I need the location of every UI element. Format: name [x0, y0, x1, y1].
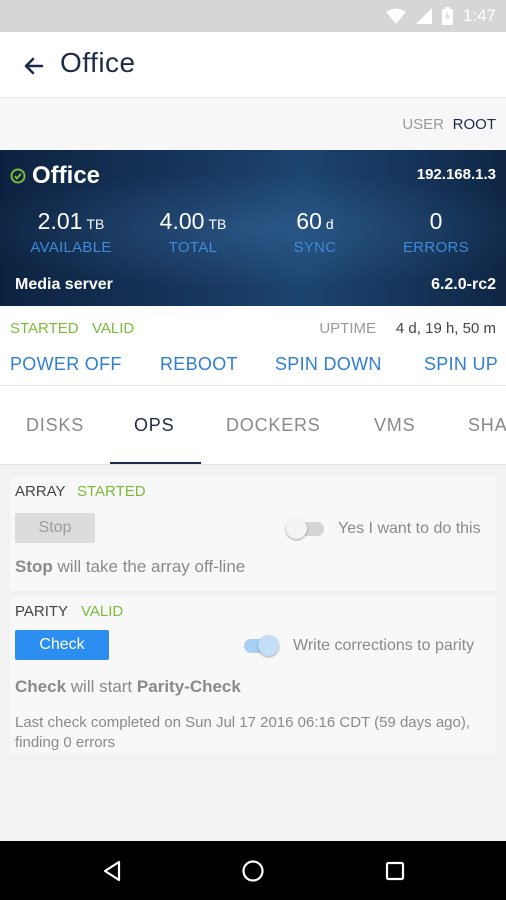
parity-state-badge: VALID	[92, 320, 135, 337]
stat-label: TOTAL	[168, 239, 218, 256]
parity-panel: PARITY VALID Check Write corrections to …	[10, 597, 496, 753]
wifi-icon	[385, 8, 406, 24]
check-button[interactable]: Check	[15, 630, 109, 660]
server-header: Office	[10, 162, 100, 190]
hint-bold: Stop	[15, 557, 53, 576]
back-button[interactable]	[18, 50, 50, 82]
stat-sync: 60 d SYNC	[254, 208, 376, 256]
tab-vms[interactable]: VMS	[374, 415, 415, 436]
spin-down-button[interactable]: SPIN DOWN	[275, 354, 382, 375]
tab-dockers[interactable]: DOCKERS	[226, 415, 321, 436]
stat-available: 2.01 TB AVAILABLE	[10, 208, 132, 256]
stat-label: AVAILABLE	[30, 239, 112, 256]
stat-errors: 0 ERRORS	[375, 208, 497, 256]
stat-label: SYNC	[293, 239, 337, 256]
confirm-stop-toggle[interactable]	[286, 517, 326, 539]
recents-square-icon	[385, 861, 405, 881]
power-off-button[interactable]: POWER OFF	[10, 354, 122, 375]
back-triangle-icon	[103, 860, 121, 882]
battery-icon	[441, 7, 453, 25]
stat-value: 60	[296, 208, 322, 234]
user-label: USER	[402, 116, 444, 133]
write-corrections-toggle[interactable]	[240, 634, 280, 656]
server-name: Office	[32, 162, 101, 189]
array-status: STARTED	[77, 483, 146, 500]
parity-hint: Check will start Parity-Check	[15, 677, 241, 697]
last-check-text: Last check completed on Sun Jul 17 2016 …	[15, 714, 471, 751]
hint-bold: Check	[15, 677, 67, 696]
array-state-badge: STARTED	[10, 320, 79, 337]
array-title: ARRAY	[15, 483, 66, 500]
user-value: ROOT	[452, 116, 496, 133]
uptime-value: 4 d, 19 h, 50 m	[395, 320, 496, 337]
status-icons: 1:47	[385, 6, 496, 26]
stat-unit: d	[325, 216, 334, 232]
user-row: USER ROOT	[0, 98, 506, 150]
arrow-left-icon	[24, 57, 44, 75]
app-bar: Office	[0, 32, 506, 98]
navigation-bar	[0, 841, 506, 900]
toggle-thumb	[258, 635, 279, 656]
tab-bar: DISKS OPS DOCKERS VMS SHA	[0, 387, 506, 465]
stat-total: 4.00 TB TOTAL	[132, 208, 254, 256]
status-bar: 1:47	[0, 0, 506, 32]
server-version: 6.2.0-rc2	[431, 276, 496, 293]
array-panel: ARRAY STARTED Stop Yes I want to do this…	[10, 477, 496, 591]
tab-disks[interactable]: DISKS	[26, 415, 84, 436]
server-description: Media server	[15, 276, 113, 293]
uptime-label: UPTIME	[319, 320, 376, 337]
hint-text: will take the array off-line	[57, 557, 246, 576]
hint-text: will start	[70, 677, 133, 696]
stat-label: ERRORS	[403, 239, 469, 256]
stat-value: 2.01	[37, 208, 83, 234]
write-corrections-label: Write corrections to parity	[293, 637, 475, 654]
tab-ops[interactable]: OPS	[134, 415, 174, 436]
stat-unit: TB	[86, 216, 105, 232]
signal-icon	[415, 8, 432, 24]
nav-recents-button[interactable]	[379, 855, 411, 887]
home-circle-icon	[242, 860, 264, 882]
nav-back-button[interactable]	[96, 855, 128, 887]
page-title: Office	[60, 47, 136, 78]
status-time: 1:47	[462, 6, 496, 25]
parity-status: VALID	[81, 603, 124, 620]
spin-up-button[interactable]: SPIN UP	[424, 354, 498, 375]
stat-value: 4.00	[159, 208, 205, 234]
stat-value: 0	[429, 208, 443, 234]
check-circle-icon	[10, 168, 26, 184]
parity-title: PARITY	[15, 603, 69, 620]
state-row: STARTED VALID UPTIME 4 d, 19 h, 50 m	[0, 306, 506, 346]
confirm-stop-label: Yes I want to do this	[338, 520, 481, 537]
reboot-button[interactable]: REBOOT	[160, 354, 238, 375]
nav-home-button[interactable]	[237, 855, 269, 887]
server-card[interactable]: Office 192.168.1.3 2.01 TB AVAILABLE 4.00…	[0, 150, 506, 306]
server-ip: 192.168.1.3	[416, 166, 496, 183]
ops-content: ARRAY STARTED Stop Yes I want to do this…	[0, 465, 506, 841]
toggle-thumb	[286, 518, 307, 539]
tab-shares[interactable]: SHA	[468, 415, 506, 436]
array-hint: Stop will take the array off-line	[15, 557, 245, 577]
hint-bold: Parity-Check	[136, 677, 241, 696]
actions-row: POWER OFF REBOOT SPIN DOWN SPIN UP	[0, 346, 506, 386]
stop-button[interactable]: Stop	[15, 513, 95, 543]
stat-unit: TB	[208, 216, 227, 232]
